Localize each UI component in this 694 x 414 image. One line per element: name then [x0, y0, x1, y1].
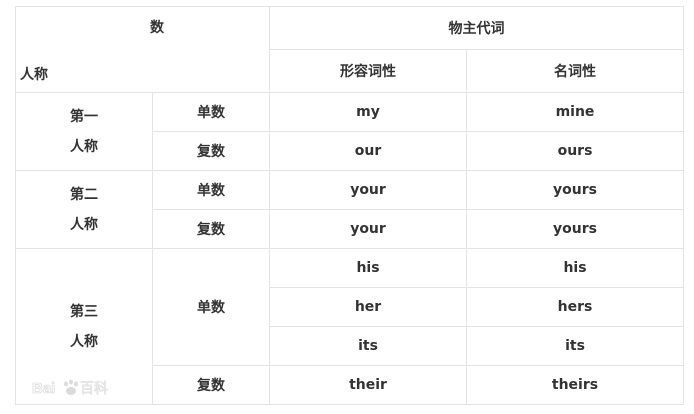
baidu-watermark-logo: Bai 百科: [32, 379, 108, 397]
adjectival-cell: our: [269, 131, 467, 171]
adjectival-cell: its: [269, 326, 467, 366]
number-cell: 单数: [152, 248, 270, 366]
svg-text:百科: 百科: [80, 381, 108, 397]
nominal-cell: his: [466, 248, 684, 288]
person-word: 人称: [70, 333, 98, 350]
person-cell-second: 第二 人称: [15, 170, 153, 249]
adjectival-cell: your: [269, 209, 467, 249]
number-cell: 复数: [152, 131, 270, 171]
person-ordinal: 第三: [70, 303, 98, 320]
svg-text:Bai: Bai: [32, 380, 55, 397]
person-word: 人称: [70, 216, 98, 233]
person-cell-first: 第一 人称: [15, 92, 153, 171]
nominal-cell: yours: [466, 209, 684, 249]
header-row-1: 数 人称 物主代词: [15, 6, 684, 93]
nominal-cell: ours: [466, 131, 684, 171]
table-row: 第三 人称 单数 his his: [15, 248, 684, 405]
nominal-cell: its: [466, 326, 684, 366]
number-cell: 复数: [152, 365, 270, 405]
number-cell: 单数: [152, 170, 270, 210]
adjectival-cell: their: [269, 365, 467, 405]
nominal-cell: yours: [466, 170, 684, 210]
person-header-label: 人称: [20, 67, 48, 83]
possessive-header-cell: 物主代词: [269, 6, 684, 50]
nominal-header-cell: 名词性: [466, 49, 684, 93]
nominal-cell: hers: [466, 287, 684, 327]
number-cell: 单数: [152, 92, 270, 132]
pronoun-table: 数 人称 物主代词 形容词性 名词性 第一 人称 单数 my mine 复数 o…: [15, 6, 684, 405]
adjectival-header-cell: 形容词性: [269, 49, 467, 93]
adjectival-cell: your: [269, 170, 467, 210]
nominal-cell: theirs: [466, 365, 684, 405]
number-header-label: 数: [150, 20, 164, 36]
adjectival-cell: my: [269, 92, 467, 132]
nominal-cell: mine: [466, 92, 684, 132]
person-word: 人称: [70, 138, 98, 155]
adjectival-cell: her: [269, 287, 467, 327]
adjectival-cell: his: [269, 248, 467, 288]
table-row: 第二 人称 单数 your yours: [15, 170, 684, 249]
table-row: 第一 人称 单数 my mine: [15, 92, 684, 171]
number-cell: 复数: [152, 209, 270, 249]
person-ordinal: 第二: [70, 186, 98, 203]
person-ordinal: 第一: [70, 108, 98, 125]
corner-header-cell: 数 人称: [15, 6, 270, 93]
